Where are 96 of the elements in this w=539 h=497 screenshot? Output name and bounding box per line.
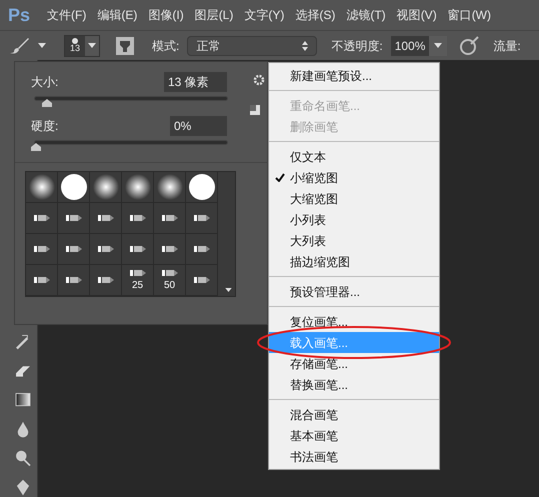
brush-tip-icon — [98, 245, 114, 253]
scroll-down-icon[interactable] — [225, 288, 232, 292]
brush-tip-icon — [194, 276, 210, 284]
menu-item[interactable]: 视图(V) — [396, 6, 437, 24]
menu-item[interactable]: 编辑(E) — [97, 6, 138, 24]
menu-option[interactable]: 书法画笔 — [269, 446, 439, 467]
brush-tip-icon — [162, 214, 178, 222]
menu-option[interactable]: 基本画笔 — [269, 425, 439, 446]
brush-tip-icon — [34, 245, 50, 253]
brush-preset[interactable] — [90, 172, 122, 203]
hardness-label: 硬度: — [31, 118, 58, 135]
caret-icon — [434, 43, 442, 48]
brush-preset[interactable] — [122, 234, 154, 265]
menu-option[interactable]: 存储画笔... — [269, 353, 439, 374]
caret-icon — [38, 43, 46, 48]
brush-tip-icon — [162, 269, 178, 277]
app-logo: Ps — [8, 4, 30, 26]
brush-preset[interactable] — [58, 203, 90, 234]
brush-size-label: 25 — [132, 281, 144, 291]
brush-panel-toggle-icon[interactable] — [116, 36, 134, 54]
brush-preset[interactable] — [186, 203, 218, 234]
brush-preset[interactable] — [26, 203, 58, 234]
brush-preset[interactable] — [154, 203, 186, 234]
brush-tool-icon[interactable] — [10, 36, 30, 56]
brush-preset[interactable] — [186, 172, 218, 203]
menu-item[interactable]: 选择(S) — [295, 6, 336, 24]
brush-preset[interactable] — [58, 172, 90, 203]
menu-item[interactable]: 窗口(W) — [448, 6, 492, 24]
updown-icon — [302, 40, 308, 50]
menu-option[interactable]: 替换画笔... — [269, 374, 439, 395]
brush-tip-icon — [130, 269, 146, 277]
brush-preset[interactable] — [154, 172, 186, 203]
menu-option[interactable]: 预设管理器... — [269, 281, 439, 302]
brush-dot-icon — [72, 38, 78, 44]
menu-option[interactable]: 大列表 — [269, 230, 439, 251]
size-field[interactable]: 13 像素 — [164, 72, 227, 92]
brush-preset[interactable] — [26, 172, 58, 203]
brush-preset[interactable] — [90, 203, 122, 234]
brush-tip-icon — [130, 245, 146, 253]
menu-option[interactable]: 大缩览图 — [269, 188, 439, 209]
flow-label: 流量: — [493, 38, 521, 54]
brush-preset[interactable] — [154, 234, 186, 265]
mode-label: 模式: — [152, 38, 180, 54]
brush-tip-icon — [98, 276, 114, 284]
brush-preset[interactable] — [90, 265, 122, 296]
brush-preset[interactable] — [58, 234, 90, 265]
hard-brush-icon — [60, 174, 86, 200]
opacity-label: 不透明度: — [331, 38, 383, 54]
menu-item[interactable]: 图像(I) — [148, 6, 184, 24]
brush-preset[interactable] — [26, 234, 58, 265]
brush-preset-picker[interactable]: 13 — [64, 34, 100, 56]
slider-thumb[interactable] — [31, 143, 41, 151]
hard-brush-icon — [188, 174, 214, 200]
menu-item[interactable]: 文件(F) — [47, 6, 86, 24]
hardness-field[interactable]: 0% — [170, 116, 227, 136]
brush-tip-icon — [98, 214, 114, 222]
brush-tip-icon — [66, 276, 82, 284]
caret-icon — [88, 43, 96, 48]
brush-preset[interactable] — [186, 265, 218, 296]
brush-tip-icon — [162, 245, 178, 253]
soft-brush-icon — [156, 174, 182, 200]
menu-item[interactable]: 滤镜(T) — [346, 6, 386, 24]
settings-icon[interactable] — [253, 74, 265, 86]
soft-brush-icon — [92, 174, 118, 200]
brush-tip-icon — [130, 214, 146, 222]
brush-tip-icon — [194, 245, 210, 253]
soft-brush-icon — [28, 174, 54, 200]
brush-tip-icon — [34, 214, 50, 222]
size-label: 大小: — [31, 74, 58, 91]
brush-preset[interactable]: 25 — [122, 265, 154, 296]
menu-option[interactable]: 新建画笔预设... — [269, 65, 439, 86]
brush-preset[interactable] — [122, 172, 154, 203]
menu-option[interactable]: 描边缩览图 — [269, 251, 439, 272]
menu-option[interactable]: 仅文本 — [269, 146, 439, 167]
menu-option[interactable]: 小列表 — [269, 209, 439, 230]
menu-item[interactable]: 文字(Y) — [244, 6, 284, 24]
brush-size: 13 — [70, 44, 80, 53]
menu-option[interactable]: 小缩览图 — [269, 167, 439, 188]
slider-thumb[interactable] — [42, 99, 52, 107]
menu-option[interactable]: 混合画笔 — [269, 404, 439, 425]
soft-brush-icon — [124, 174, 150, 200]
brush-preset[interactable]: 50 — [154, 265, 186, 296]
brush-preset[interactable] — [90, 234, 122, 265]
brush-tip-icon — [194, 214, 210, 222]
menu-item[interactable]: 图层(L) — [194, 6, 234, 24]
brush-preset[interactable] — [26, 265, 58, 296]
mode-select[interactable]: 正常 — [187, 36, 318, 56]
brush-preset[interactable] — [186, 234, 218, 265]
brush-tip-icon — [34, 276, 50, 284]
opacity-field[interactable]: 100% — [390, 36, 448, 56]
new-preset-icon[interactable] — [249, 104, 261, 116]
brush-preset[interactable] — [58, 265, 90, 296]
brush-size-label: 50 — [164, 281, 176, 291]
brush-preset[interactable] — [122, 203, 154, 234]
brush-tip-icon — [66, 214, 82, 222]
brush-tip-icon — [66, 245, 82, 253]
